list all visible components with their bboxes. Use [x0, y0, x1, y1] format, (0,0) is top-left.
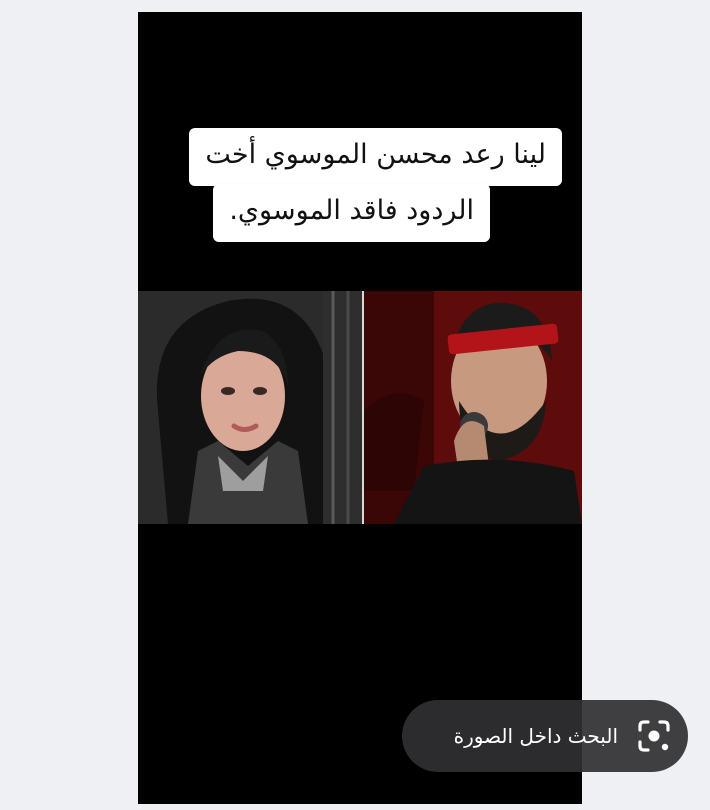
lens-icon [634, 716, 674, 756]
search-inside-image-button[interactable]: البحث داخل الصورة [402, 700, 688, 772]
photo-collage [138, 291, 582, 524]
image-thumbnail[interactable]: لينا رعد محسن الموسوي أخت الردود فاقد ال… [138, 12, 582, 804]
caption-line-2: الردود فاقد الموسوي. [213, 184, 490, 242]
woman-photo [138, 291, 362, 524]
search-inside-image-label: البحث داخل الصورة [453, 724, 618, 748]
caption-line-1: لينا رعد محسن الموسوي أخت [189, 128, 562, 186]
man-portrait-illustration [364, 291, 582, 524]
man-photo [364, 291, 582, 524]
image-viewer: لينا رعد محسن الموسوي أخت الردود فاقد ال… [0, 0, 710, 810]
woman-portrait-illustration [138, 291, 362, 524]
caption-overlay: لينا رعد محسن الموسوي أخت الردود فاقد ال… [160, 128, 562, 272]
